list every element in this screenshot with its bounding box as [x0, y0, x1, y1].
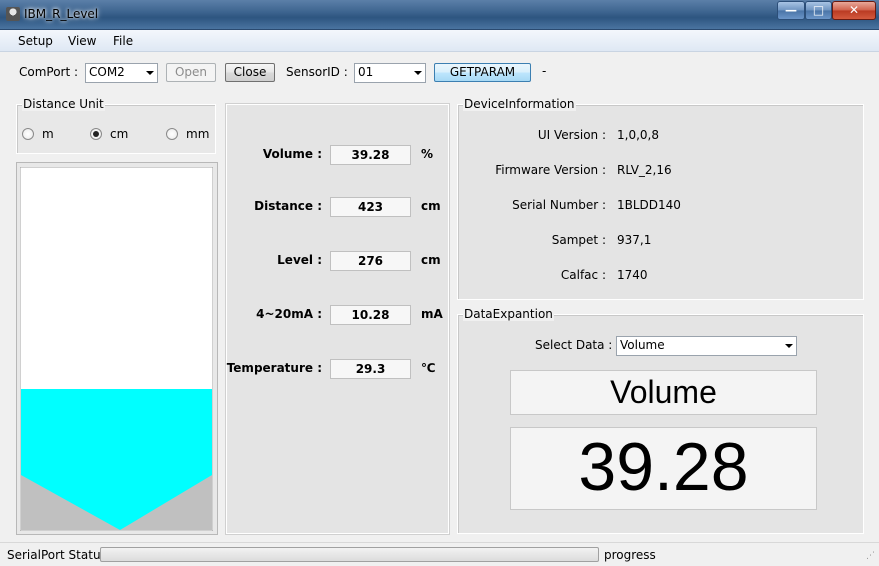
measurement-value: 39.28	[330, 145, 411, 165]
resize-grip-icon[interactable]: ⋰	[866, 551, 875, 561]
measurement-label: 4~20mA :	[256, 307, 322, 321]
measurement-label: Distance :	[254, 199, 322, 213]
measurement-label: Temperature :	[226, 361, 322, 375]
measurement-label: Level :	[277, 253, 322, 267]
chevron-down-icon	[785, 344, 793, 348]
menu-file[interactable]: File	[113, 34, 133, 48]
device-info-label: Serial Number :	[512, 198, 606, 212]
data-expansion-title: DataExpantion	[463, 307, 554, 321]
menu-setup[interactable]: Setup	[18, 34, 53, 48]
measurement-label: Volume :	[262, 147, 322, 161]
serialport-progress-bar	[100, 547, 599, 562]
connection-status-text: -	[542, 64, 547, 78]
measurement-unit: %	[421, 147, 434, 161]
menu-bar: Setup View File	[0, 30, 879, 52]
radio-unit-mm[interactable]: mm	[166, 127, 209, 141]
radio-circle-icon	[22, 128, 34, 140]
radio-circle-icon	[166, 128, 178, 140]
select-data-label: Select Data :	[535, 338, 613, 352]
measurement-value: 10.28	[330, 305, 411, 325]
measurement-unit: ℃	[421, 361, 436, 375]
menu-view[interactable]: View	[68, 34, 96, 48]
comport-value: COM2	[89, 65, 125, 79]
device-info-label: Calfac :	[560, 268, 606, 282]
tank-level-graphic	[20, 167, 213, 531]
radio-unit-m[interactable]: m	[22, 127, 54, 141]
device-info-value: 937,1	[617, 233, 652, 247]
chevron-down-icon	[146, 71, 154, 75]
open-button[interactable]: Open	[166, 63, 216, 82]
distance-unit-title: Distance Unit	[22, 97, 105, 111]
device-info-value: 1740	[617, 268, 648, 282]
device-info-value: RLV_2,16	[617, 163, 672, 177]
measurement-unit: mA	[421, 307, 443, 321]
device-info-label: UI Version :	[537, 128, 606, 142]
progress-label: progress	[604, 548, 656, 562]
device-info-value: 1BLDD140	[617, 198, 681, 212]
minimize-button[interactable]: —	[777, 1, 805, 20]
select-data-value: Volume	[620, 338, 665, 352]
app-icon	[6, 7, 20, 21]
radio-checked-icon	[90, 128, 102, 140]
maximize-button[interactable]: □	[805, 1, 832, 20]
comport-label: ComPort :	[19, 65, 79, 79]
serialport-status-label: SerialPort Status	[7, 548, 107, 562]
select-data-dropdown[interactable]: Volume	[616, 336, 797, 356]
radio-label: cm	[110, 127, 129, 141]
getparam-button[interactable]: GETPARAM	[434, 63, 531, 82]
measurement-value: 423	[330, 197, 411, 217]
radio-label: mm	[186, 127, 210, 141]
display-name-box: Volume	[510, 370, 817, 415]
measurement-value: 276	[330, 251, 411, 271]
close-port-button[interactable]: Close	[225, 63, 275, 82]
sensorid-label: SensorID :	[286, 65, 348, 79]
radio-unit-cm[interactable]: cm	[90, 127, 128, 141]
measurement-value: 29.3	[330, 359, 411, 379]
device-info-label: Sampet :	[551, 233, 606, 247]
close-window-button[interactable]: ✕	[832, 1, 876, 20]
sensorid-select[interactable]: 01	[354, 63, 426, 83]
comport-select[interactable]: COM2	[85, 63, 158, 83]
display-value-box: 39.28	[510, 427, 817, 510]
device-info-value: 1,0,0,8	[617, 128, 659, 142]
measurement-unit: cm	[421, 199, 441, 213]
chevron-down-icon	[414, 71, 422, 75]
measurement-unit: cm	[421, 253, 441, 267]
window-title: IBM_R_Level	[24, 7, 99, 21]
sensorid-value: 01	[358, 65, 374, 79]
status-bar: SerialPort Status progress ⋰	[0, 542, 879, 566]
title-bar: IBM_R_Level — □ ✕	[0, 0, 879, 30]
device-info-title: DeviceInformation	[463, 97, 576, 111]
device-info-label: Firmware Version :	[495, 163, 606, 177]
radio-label: m	[42, 127, 54, 141]
